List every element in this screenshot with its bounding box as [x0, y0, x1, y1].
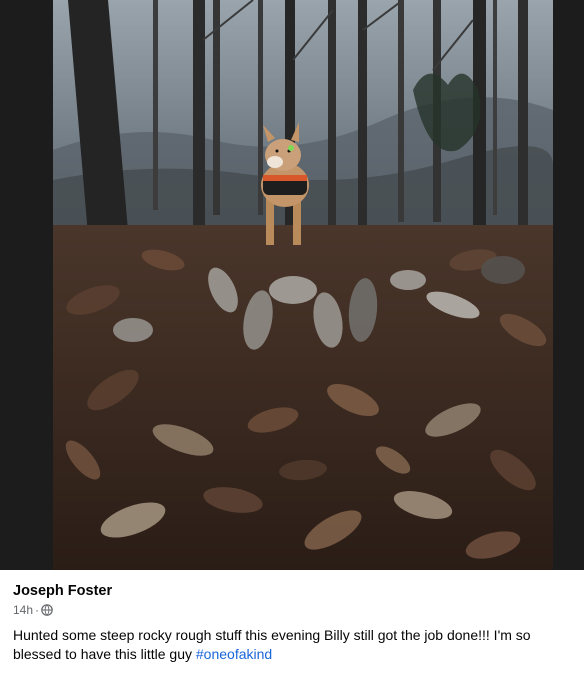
hashtag-link[interactable]: #oneofakind: [196, 646, 272, 662]
post-photo[interactable]: [53, 0, 553, 570]
post-photo-frame[interactable]: [0, 0, 584, 570]
author-name[interactable]: Joseph Foster: [13, 582, 578, 600]
post-meta: Joseph Foster 14h · Hunted some steep ro…: [13, 582, 578, 664]
post-caption: Hunted some steep rocky rough stuff this…: [13, 626, 578, 664]
post-subinfo: 14h ·: [13, 602, 578, 617]
post-timestamp[interactable]: 14h: [13, 603, 33, 617]
separator-dot: ·: [35, 602, 40, 617]
globe-icon[interactable]: [41, 603, 53, 616]
